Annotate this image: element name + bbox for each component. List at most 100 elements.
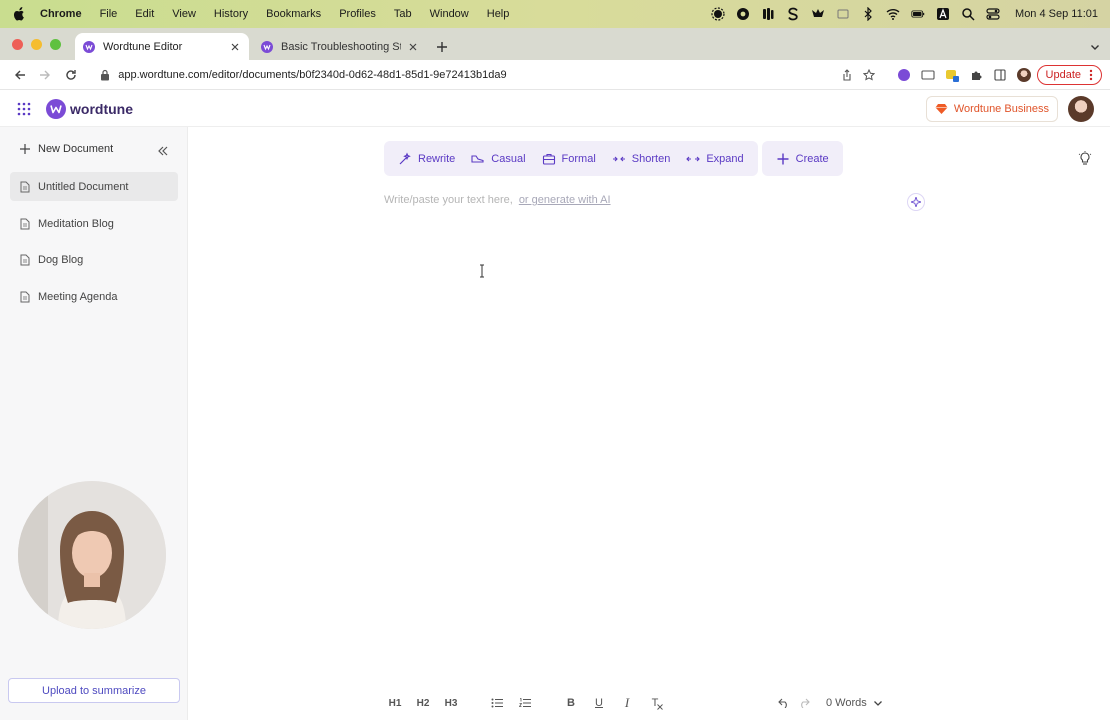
bookmark-star-icon[interactable] — [862, 68, 875, 81]
share-icon[interactable] — [841, 68, 853, 81]
forward-button[interactable] — [33, 63, 56, 87]
lightbulb-icon[interactable] — [1078, 151, 1092, 167]
battery-icon[interactable] — [911, 7, 925, 21]
casual-button[interactable]: Casual — [463, 152, 533, 166]
s-app-icon[interactable] — [786, 7, 800, 21]
menu-tab[interactable]: Tab — [394, 8, 412, 20]
document-icon — [20, 218, 30, 229]
collapse-sidebar-icon[interactable] — [156, 144, 170, 158]
business-label: Wordtune Business — [953, 102, 1049, 115]
clear-format-button[interactable]: T — [644, 693, 666, 713]
back-button[interactable] — [8, 63, 31, 87]
app-grid-icon[interactable] — [16, 101, 32, 117]
generate-with-ai-link[interactable]: or generate with AI — [519, 194, 611, 206]
heading2-button[interactable]: H2 — [412, 693, 434, 713]
menu-file[interactable]: File — [100, 8, 118, 20]
bold-button[interactable]: B — [560, 693, 582, 713]
heading3-button[interactable]: H3 — [440, 693, 462, 713]
update-label: Update — [1045, 68, 1081, 81]
editor-area[interactable]: Rewrite Casual Formal Shorten Expand Cre… — [189, 127, 1110, 720]
undo-icon[interactable] — [778, 698, 790, 708]
rewrite-button[interactable]: Rewrite — [390, 152, 463, 166]
formal-button[interactable]: Formal — [534, 152, 604, 166]
app-icon[interactable] — [761, 7, 775, 21]
menu-history[interactable]: History — [214, 8, 248, 20]
profile-avatar[interactable] — [1016, 67, 1031, 82]
menu-edit[interactable]: Edit — [135, 8, 154, 20]
address-url[interactable]: app.wordtune.com/editor/documents/b0f234… — [118, 69, 840, 81]
maximize-window-button[interactable] — [50, 38, 61, 50]
heading1-button[interactable]: H1 — [384, 693, 406, 713]
chevron-down-icon — [1091, 44, 1099, 50]
wordtune-extension-icon[interactable] — [897, 68, 911, 82]
screen-icon[interactable] — [836, 7, 850, 21]
wordtune-business-button[interactable]: Wordtune Business — [925, 95, 1058, 122]
menubar-clock[interactable]: Mon 4 Sep 11:01 — [1015, 8, 1098, 20]
word-count-dropdown[interactable]: 0 Words — [826, 697, 883, 709]
plus-icon — [777, 153, 789, 164]
lock-icon[interactable] — [100, 69, 110, 81]
apple-icon[interactable] — [12, 7, 26, 21]
wordtune-logo[interactable]: wordtune — [46, 98, 133, 119]
action-group-main: Rewrite Casual Formal Shorten Expand — [384, 141, 758, 176]
update-button[interactable]: Update — [1036, 64, 1102, 85]
redo-icon[interactable] — [798, 698, 810, 708]
document-icon — [20, 291, 30, 302]
doc-label: Meeting Agenda — [38, 290, 118, 303]
sidebar-doc-dog[interactable]: Dog Blog — [10, 245, 178, 274]
spotlight-search-icon[interactable] — [961, 7, 975, 21]
menu-help[interactable]: Help — [487, 8, 510, 20]
input-source-icon[interactable] — [936, 7, 950, 21]
expand-label: Expand — [706, 152, 744, 165]
menu-profiles[interactable]: Profiles — [339, 8, 376, 20]
sidebar-doc-untitled[interactable]: Untitled Document — [10, 172, 178, 201]
bird-icon[interactable] — [811, 7, 825, 21]
menu-bookmarks[interactable]: Bookmarks — [266, 8, 321, 20]
shorten-button[interactable]: Shorten — [604, 152, 679, 166]
reload-button[interactable] — [59, 63, 82, 87]
upload-to-summarize-button[interactable]: Upload to summarize — [8, 678, 180, 703]
numbered-list-button[interactable] — [514, 693, 536, 713]
tab-troubleshooting[interactable]: Basic Troubleshooting Steps | — [253, 33, 427, 60]
sidebar-doc-meeting[interactable]: Meeting Agenda — [10, 282, 178, 311]
tab-label: Wordtune Editor — [103, 40, 183, 53]
yellow-extension-icon[interactable] — [945, 68, 959, 82]
diamond-icon — [935, 103, 948, 114]
control-center-icon[interactable] — [986, 7, 1000, 21]
create-button[interactable]: Create — [768, 152, 837, 166]
minimize-window-button[interactable] — [31, 38, 42, 50]
user-avatar[interactable] — [1068, 95, 1094, 122]
new-tab-button[interactable] — [431, 33, 453, 60]
text-cursor-icon — [480, 264, 484, 278]
record-icon[interactable] — [736, 7, 750, 21]
side-panel-icon[interactable] — [993, 68, 1007, 82]
wifi-icon[interactable] — [886, 7, 900, 21]
extensions-area — [897, 67, 1031, 82]
brightness-icon[interactable] — [711, 7, 725, 21]
new-document-button[interactable]: New Document — [20, 143, 113, 155]
sneaker-icon — [471, 154, 484, 163]
bullet-list-button[interactable] — [486, 693, 508, 713]
ai-sparkle-button[interactable] — [907, 193, 925, 211]
webcam-overlay — [18, 481, 166, 629]
menu-window[interactable]: Window — [430, 8, 469, 20]
tab-search-button[interactable] — [1090, 33, 1100, 60]
sidebar-doc-meditation[interactable]: Meditation Blog — [10, 209, 178, 238]
menu-view[interactable]: View — [172, 8, 196, 20]
close-tab-icon[interactable] — [407, 41, 419, 53]
underline-button[interactable]: U — [588, 693, 610, 713]
cast-icon[interactable] — [920, 68, 935, 82]
status-area: Mon 4 Sep 11:01 — [711, 7, 1098, 21]
menu-app-name[interactable]: Chrome — [40, 8, 82, 20]
tab-wordtune-editor[interactable]: Wordtune Editor — [75, 33, 249, 60]
expand-button[interactable]: Expand — [678, 152, 751, 166]
italic-button[interactable]: I — [616, 693, 638, 713]
address-bar[interactable]: app.wordtune.com/editor/documents/b0f234… — [92, 64, 882, 86]
editor-placeholder[interactable]: Write/paste your text here, or generate … — [384, 194, 611, 206]
format-toolbar: H1 H2 H3 B U I T — [384, 693, 666, 713]
close-tab-icon[interactable] — [229, 41, 241, 53]
bluetooth-icon[interactable] — [861, 7, 875, 21]
ai-action-bar: Rewrite Casual Formal Shorten Expand Cre… — [384, 141, 843, 176]
extensions-puzzle-icon[interactable] — [969, 68, 983, 82]
close-window-button[interactable] — [12, 38, 23, 50]
